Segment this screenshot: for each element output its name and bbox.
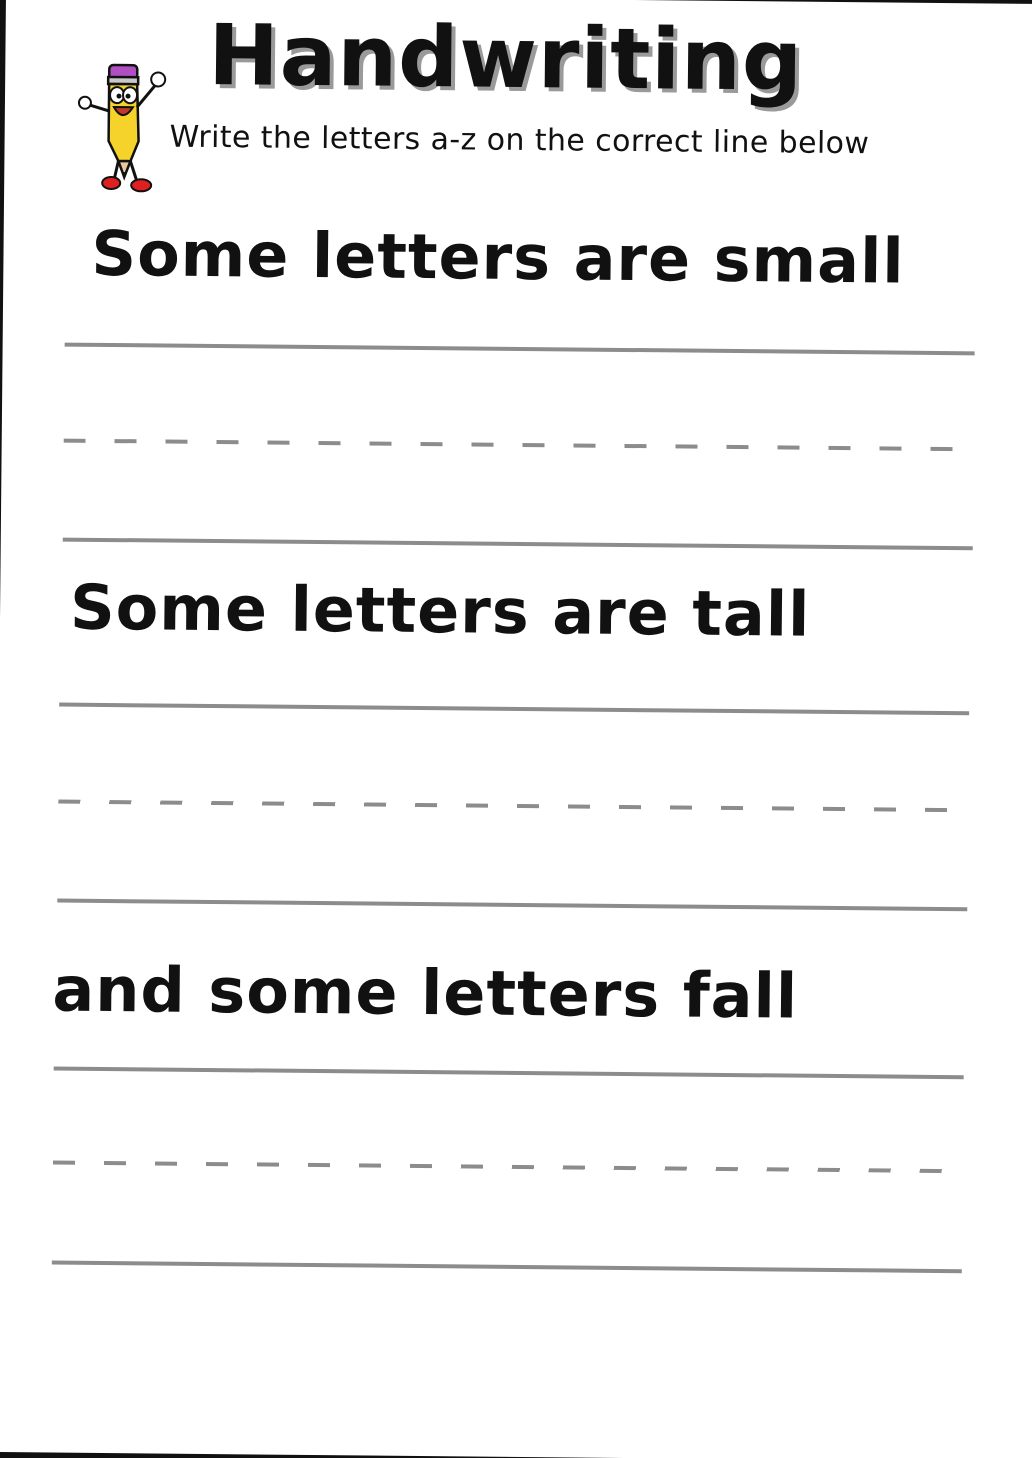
- guide-line-baseline: [62, 537, 973, 551]
- guide-line-top: [59, 702, 970, 716]
- pencil-character-icon: [77, 63, 167, 193]
- section-heading-tall: Some letters are tall: [69, 570, 811, 651]
- worksheet-title: Handwriting: [207, 5, 804, 110]
- section-heading-small: Some letters are small: [91, 216, 905, 298]
- worksheet-page: Handwriting Write the letters a-z on the…: [0, 0, 1032, 1458]
- section-heading-fall: and some letters fall: [52, 952, 799, 1033]
- guide-line-dashed-middle: [63, 438, 959, 452]
- worksheet-instructions: Write the letters a-z on the correct lin…: [169, 119, 870, 162]
- guide-line-dashed-middle: [58, 799, 954, 813]
- guide-line-baseline: [51, 1260, 962, 1274]
- guide-line-top: [53, 1066, 964, 1080]
- worksheet-photo: Handwriting Write the letters a-z on the…: [0, 0, 1032, 1458]
- guide-line-dashed-middle: [52, 1160, 948, 1174]
- guide-line-top: [64, 342, 975, 356]
- guide-line-baseline: [57, 898, 968, 912]
